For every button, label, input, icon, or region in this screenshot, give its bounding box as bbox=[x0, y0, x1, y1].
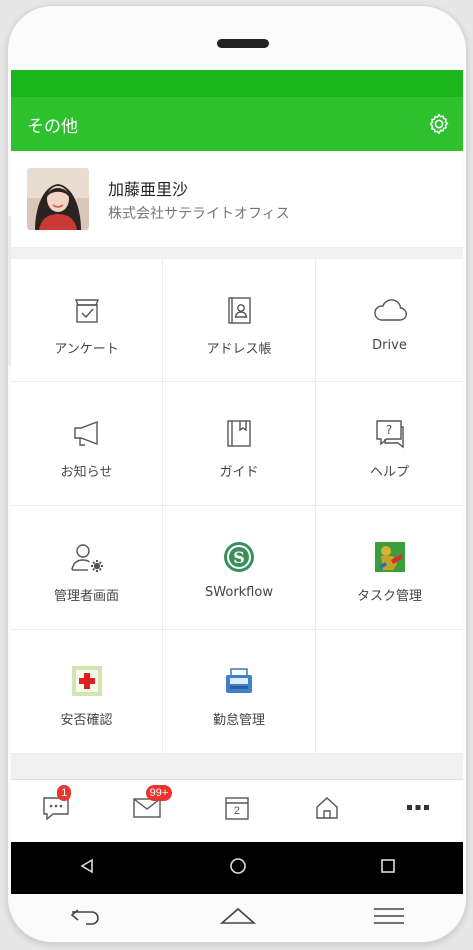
return-arrow-icon bbox=[71, 909, 100, 925]
svg-text:?: ? bbox=[385, 423, 391, 437]
task-icon bbox=[372, 539, 408, 575]
safety-icon bbox=[69, 663, 105, 699]
menu-label: ガイド bbox=[219, 465, 259, 480]
app-header: その他 bbox=[11, 97, 463, 151]
tab-mail[interactable]: 99+ bbox=[130, 784, 173, 825]
home-icon bbox=[316, 796, 339, 819]
nav-home-button[interactable] bbox=[229, 857, 247, 879]
tab-more[interactable] bbox=[401, 791, 435, 825]
menu-label: 管理者画面 bbox=[53, 589, 119, 604]
menu-label: Drive bbox=[372, 338, 407, 353]
gesture-menu-button[interactable] bbox=[372, 906, 406, 930]
android-nav-bar bbox=[11, 842, 463, 894]
profile-name: 加藤亜里沙 bbox=[108, 179, 189, 199]
tab-calendar[interactable]: 2 bbox=[220, 791, 254, 825]
recents-square-icon bbox=[381, 859, 396, 873]
calendar-icon: 2 bbox=[224, 795, 250, 821]
more-dots-icon bbox=[406, 804, 429, 810]
menu-label: タスク管理 bbox=[356, 589, 422, 604]
profile-card[interactable]: 加藤亜里沙 株式会社サテライトオフィス bbox=[11, 151, 463, 248]
app-screen: その他 加藤亜里沙 株式会社サテライトオフィス アンケート アドレス帳 Driv… bbox=[11, 70, 463, 842]
menu-empty-cell bbox=[316, 630, 463, 753]
gear-icon bbox=[429, 113, 449, 135]
chat-badge: 1 bbox=[57, 784, 72, 801]
nav-recents-button[interactable] bbox=[380, 858, 396, 878]
grid-footer-space bbox=[11, 754, 463, 779]
menu-label: お知らせ bbox=[60, 465, 113, 480]
help-icon: ? bbox=[372, 415, 408, 451]
survey-icon bbox=[69, 292, 105, 328]
menu-item-safety[interactable]: 安否確認 bbox=[11, 630, 163, 753]
menu-label: SWorkflow bbox=[205, 585, 273, 600]
settings-button[interactable] bbox=[427, 112, 451, 136]
calendar-day: 2 bbox=[233, 804, 241, 817]
menu-item-help[interactable]: ? ヘルプ bbox=[316, 382, 463, 506]
section-divider bbox=[11, 248, 463, 259]
gesture-back-button[interactable] bbox=[68, 905, 104, 931]
cloud-icon bbox=[372, 292, 408, 328]
home-circle-icon bbox=[230, 858, 246, 874]
menu-label: アドレス帳 bbox=[206, 342, 272, 357]
gesture-home-button[interactable] bbox=[219, 905, 257, 931]
menu-lines-icon bbox=[373, 908, 404, 924]
admin-icon bbox=[69, 539, 105, 575]
profile-company: 株式会社サテライトオフィス bbox=[108, 205, 290, 222]
menu-item-announcement[interactable]: お知らせ bbox=[11, 382, 163, 506]
menu-label: 勤怠管理 bbox=[212, 713, 265, 728]
phone-frame: その他 加藤亜里沙 株式会社サテライトオフィス アンケート アドレス帳 Driv… bbox=[8, 6, 466, 942]
menu-label: アンケート bbox=[54, 342, 119, 357]
menu-item-survey[interactable]: アンケート bbox=[11, 259, 163, 382]
device-gesture-bar bbox=[11, 894, 463, 942]
menu-item-address-book[interactable]: アドレス帳 bbox=[163, 259, 316, 382]
svg-text:S: S bbox=[233, 548, 245, 567]
profile-text: 加藤亜里沙 株式会社サテライトオフィス bbox=[108, 176, 290, 223]
mail-badge: 99+ bbox=[145, 784, 173, 801]
menu-item-task[interactable]: タスク管理 bbox=[316, 506, 463, 630]
bottom-tab-bar: 1 99+ 2 bbox=[11, 779, 463, 835]
menu-label: ヘルプ bbox=[369, 465, 409, 480]
menu-item-drive[interactable]: Drive bbox=[316, 259, 463, 382]
page-title: その他 bbox=[27, 116, 78, 137]
menu-item-admin[interactable]: 管理者画面 bbox=[11, 506, 163, 630]
menu-item-guide[interactable]: ガイド bbox=[163, 382, 316, 506]
megaphone-icon bbox=[69, 415, 105, 451]
tab-chat[interactable]: 1 bbox=[39, 784, 73, 825]
phone-speaker bbox=[217, 39, 269, 48]
menu-item-attendance[interactable]: 勤怠管理 bbox=[163, 630, 316, 753]
sworkflow-icon: S bbox=[221, 539, 257, 575]
attendance-icon bbox=[221, 663, 257, 699]
tab-home[interactable] bbox=[310, 791, 344, 825]
nav-back-button[interactable] bbox=[78, 857, 96, 879]
address-book-icon bbox=[221, 292, 257, 328]
menu-item-sworkflow[interactable]: S SWorkflow bbox=[163, 506, 316, 630]
menu-grid: アンケート アドレス帳 Drive お知らせ ガイド ? ヘルプ 管理者画面 S… bbox=[11, 259, 463, 754]
house-outline-icon bbox=[219, 907, 257, 924]
menu-label: 安否確認 bbox=[60, 713, 113, 728]
book-icon bbox=[221, 415, 257, 451]
status-bar bbox=[11, 70, 463, 97]
back-triangle-icon bbox=[80, 858, 93, 874]
avatar bbox=[27, 168, 89, 230]
